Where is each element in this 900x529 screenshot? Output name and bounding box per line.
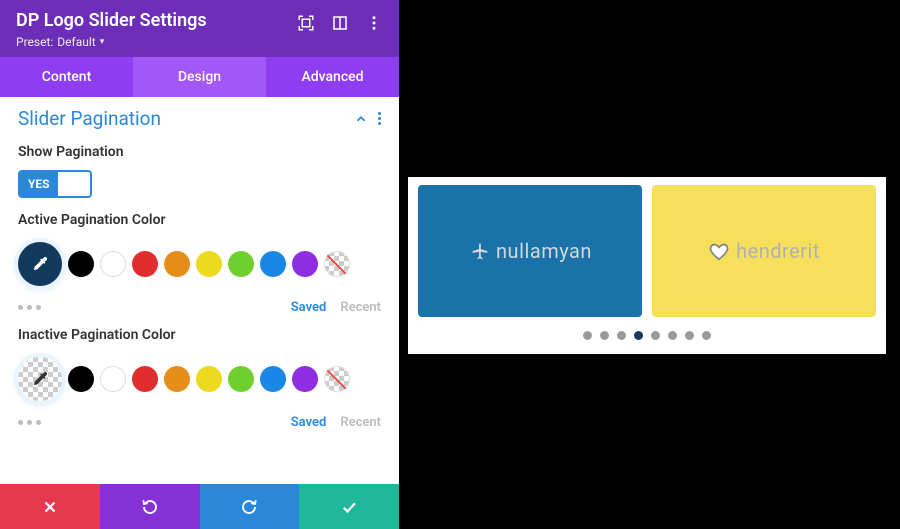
header-actions — [297, 10, 383, 32]
panel-footer — [0, 484, 399, 529]
inactive-color-meta: Saved Recent — [0, 411, 399, 438]
field-show-pagination: Show Pagination YES — [0, 140, 399, 208]
caret-down-icon: ▾ — [100, 37, 105, 47]
active-color-meta: Saved Recent — [0, 296, 399, 323]
recent-link[interactable]: Recent — [340, 300, 381, 315]
show-pagination-toggle[interactable]: YES — [18, 170, 92, 198]
swatch-transparent[interactable] — [324, 366, 350, 392]
logo-card-2[interactable]: hendrerit — [652, 185, 876, 317]
pagination-dot-active[interactable] — [634, 331, 643, 340]
logo-1-text: nullamyan — [496, 239, 592, 263]
pagination-dot[interactable] — [600, 331, 609, 340]
active-color-label: Active Pagination Color — [18, 212, 381, 228]
section-title: Slider Pagination — [18, 107, 354, 130]
eyedropper-icon — [31, 370, 49, 388]
swatch-green[interactable] — [228, 366, 254, 392]
inactive-color-picker[interactable] — [18, 357, 62, 401]
active-color-picker[interactable] — [18, 242, 62, 286]
pagination-dot[interactable] — [617, 331, 626, 340]
slider-pagination — [418, 331, 876, 340]
toggle-yes-label: YES — [20, 172, 58, 196]
show-pagination-label: Show Pagination — [18, 144, 381, 160]
more-horizontal-icon[interactable] — [18, 420, 41, 425]
redo-icon — [240, 498, 258, 516]
panel-header: DP Logo Slider Settings Preset: Default … — [0, 0, 399, 57]
swatch-green[interactable] — [228, 251, 254, 277]
panel-title: DP Logo Slider Settings — [16, 10, 207, 31]
swatch-red[interactable] — [132, 366, 158, 392]
chevron-up-icon — [354, 112, 368, 126]
pagination-dot[interactable] — [651, 331, 660, 340]
header-left: DP Logo Slider Settings Preset: Default … — [16, 10, 207, 49]
swatch-white[interactable] — [100, 251, 126, 277]
preset-value: Default — [57, 35, 95, 49]
tab-design[interactable]: Design — [133, 57, 266, 97]
close-icon — [41, 498, 59, 516]
undo-button[interactable] — [100, 484, 200, 529]
saved-link[interactable]: Saved — [291, 415, 327, 430]
redo-button[interactable] — [200, 484, 300, 529]
swatch-black[interactable] — [68, 251, 94, 277]
pagination-dot[interactable] — [702, 331, 711, 340]
active-swatches — [18, 238, 381, 286]
field-active-color: Active Pagination Color — [0, 208, 399, 296]
swatch-blue[interactable] — [260, 251, 286, 277]
more-horizontal-icon[interactable] — [18, 305, 41, 310]
tab-bar: Content Design Advanced — [0, 57, 399, 97]
swatch-yellow[interactable] — [196, 251, 222, 277]
swatch-purple[interactable] — [292, 251, 318, 277]
check-icon — [340, 498, 358, 516]
logo-card-1[interactable]: nullamyan — [418, 185, 642, 317]
tab-content[interactable]: Content — [0, 57, 133, 97]
pagination-dot[interactable] — [685, 331, 694, 340]
slider-preview: nullamyan hendrerit — [408, 177, 886, 354]
settings-panel: DP Logo Slider Settings Preset: Default … — [0, 0, 399, 529]
swatch-transparent[interactable] — [324, 251, 350, 277]
heart-icon — [708, 240, 730, 262]
settings-scroll[interactable]: Slider Pagination Show Pagination YES Ac… — [0, 97, 399, 484]
tab-advanced[interactable]: Advanced — [266, 57, 399, 97]
section-header[interactable]: Slider Pagination — [0, 97, 399, 140]
snap-icon[interactable] — [297, 14, 315, 32]
swatch-orange[interactable] — [164, 251, 190, 277]
saved-link[interactable]: Saved — [291, 300, 327, 315]
toggle-knob — [58, 172, 90, 196]
field-inactive-color: Inactive Pagination Color — [0, 323, 399, 411]
recent-link[interactable]: Recent — [340, 415, 381, 430]
pagination-dot[interactable] — [668, 331, 677, 340]
slider-cards: nullamyan hendrerit — [418, 185, 876, 317]
save-button[interactable] — [299, 484, 399, 529]
swatch-blue[interactable] — [260, 366, 286, 392]
more-icon[interactable] — [365, 14, 383, 32]
inactive-swatches — [18, 353, 381, 401]
swatch-purple[interactable] — [292, 366, 318, 392]
inactive-color-label: Inactive Pagination Color — [18, 327, 381, 343]
cancel-button[interactable] — [0, 484, 100, 529]
section-more-icon[interactable] — [378, 112, 381, 125]
swatch-yellow[interactable] — [196, 366, 222, 392]
eyedropper-icon — [31, 255, 49, 273]
plane-icon — [468, 240, 490, 262]
logo-2-text: hendrerit — [736, 239, 820, 263]
columns-icon[interactable] — [331, 14, 349, 32]
preset-selector[interactable]: Preset: Default ▾ — [16, 35, 207, 49]
undo-icon — [141, 498, 159, 516]
pagination-dot[interactable] — [583, 331, 592, 340]
swatch-red[interactable] — [132, 251, 158, 277]
swatch-white[interactable] — [100, 366, 126, 392]
swatch-black[interactable] — [68, 366, 94, 392]
preset-label: Preset: — [16, 35, 53, 49]
swatch-orange[interactable] — [164, 366, 190, 392]
